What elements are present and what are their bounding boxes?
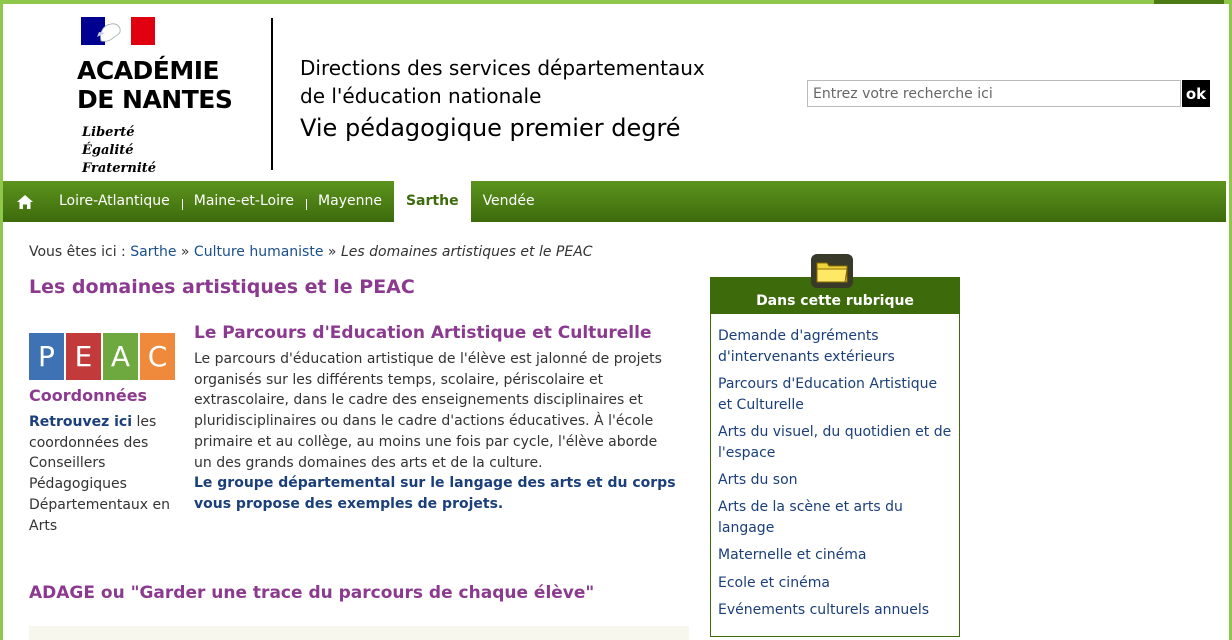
marianne-flag-icon [81,17,155,45]
site-titles: Directions des services départementaux d… [300,54,705,146]
rubrique-list: Demande d'agréments d'intervenants extér… [711,314,959,621]
rubrique-panel: Dans cette rubrique Demande d'agréments … [710,277,960,637]
coordinates-title: Coordonnées [29,386,148,405]
folder-icon [810,253,854,289]
rubrique-link[interactable]: Arts de la scène et arts du langage [718,497,952,538]
page-title: Les domaines artistiques et le PEAC [29,276,415,298]
peac-letter-a: A [103,333,138,380]
parcours-examples-link[interactable]: Le groupe départemental sur le langage d… [194,473,678,514]
rubrique-link[interactable]: Evénements culturels annuels [718,600,952,621]
adage-title: ADAGE ou "Garder une trace du parcours d… [29,583,595,603]
coordinates-link[interactable]: Retrouvez ici [29,414,132,430]
nav-item-maine-et-loire[interactable]: Maine-et-Loire [181,181,306,222]
breadcrumb-prefix: Vous êtes ici : [29,244,126,260]
title-line-1: Directions des services départementaux [300,56,705,80]
title-line-2: de l'éducation nationale [300,84,542,108]
academy-logo[interactable]: ACADÉMIE DE NANTES Liberté Égalité Frate… [75,16,265,176]
breadcrumb-separator: » [180,244,190,260]
peac-logo: P E A C [29,333,175,380]
coordinates-body: les coordonnées des Conseillers Pédagogi… [29,414,171,534]
rubrique-link[interactable]: Arts du son [718,470,952,491]
republic-motto: Liberté Égalité Fraternité [82,125,157,176]
breadcrumb: Vous êtes ici : Sarthe » Culture humanis… [29,244,593,260]
nav-item-loire-atlantique[interactable]: Loire-Atlantique [47,181,182,222]
breadcrumb-link-culture[interactable]: Culture humaniste [194,244,324,260]
rubrique-link[interactable]: Parcours d'Education Artistique et Cultu… [718,374,952,415]
search-input[interactable] [807,80,1181,107]
rubrique-link[interactable]: Ecole et cinéma [718,573,952,594]
nav-item-vendee[interactable]: Vendée [471,181,547,222]
nav-item-mayenne[interactable]: Mayenne [306,181,394,222]
coordinates-text: Retrouvez ici les coordonnées des Consei… [29,412,181,536]
academy-name: ACADÉMIE DE NANTES [77,56,233,114]
parcours-title[interactable]: Le Parcours d'Education Artistique et Cu… [194,323,651,343]
breadcrumb-current: Les domaines artistiques et le PEAC [340,244,593,260]
breadcrumb-separator: » [327,244,337,260]
rubrique-link[interactable]: Arts du visuel, du quotidien et de l'esp… [718,422,952,463]
home-icon[interactable] [3,181,47,222]
title-line-3: Vie pédagogique premier degré [300,114,681,142]
site-header: ACADÉMIE DE NANTES Liberté Égalité Frate… [3,4,1229,181]
nav-item-sarthe[interactable]: Sarthe [393,181,471,222]
rubrique-link[interactable]: Maternelle et cinéma [718,545,952,566]
rubrique-link[interactable]: Demande d'agréments d'intervenants extér… [718,326,952,367]
parcours-text: Le parcours d'éducation artistique de l'… [194,351,662,471]
peac-letter-e: E [66,333,101,380]
breadcrumb-link-sarthe[interactable]: Sarthe [130,244,176,260]
peac-letter-p: P [29,333,64,380]
search-submit-button[interactable]: ok [1182,80,1210,107]
peac-letter-c: C [140,333,175,380]
main-nav: Loire-Atlantique Maine-et-Loire Mayenne … [3,181,1226,222]
adage-content-box [29,626,689,640]
header-divider [271,18,273,170]
